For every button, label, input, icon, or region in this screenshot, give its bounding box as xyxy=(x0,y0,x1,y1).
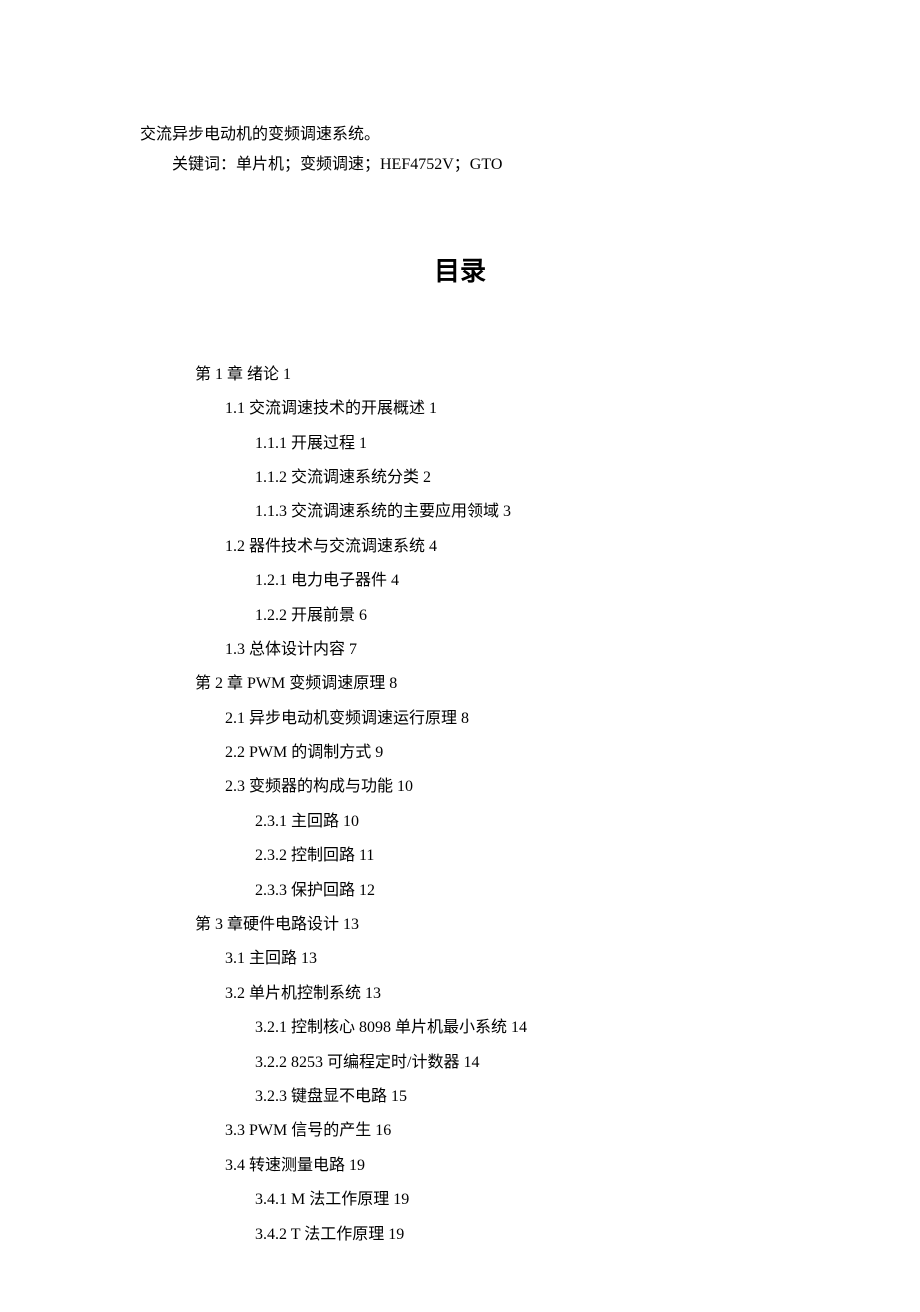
toc-entry: 1.3 总体设计内容 7 xyxy=(195,633,780,667)
toc-title: 目录 xyxy=(140,251,780,288)
toc-entry: 3.2 单片机控制系统 13 xyxy=(195,977,780,1011)
toc-entry: 2.3.2 控制回路 11 xyxy=(195,839,780,873)
toc-entry: 3.4.1 M 法工作原理 19 xyxy=(195,1183,780,1217)
toc-entry: 1.1.2 交流调速系统分类 2 xyxy=(195,461,780,495)
toc-entry: 2.3.1 主回路 10 xyxy=(195,805,780,839)
toc-entry: 3.3 PWM 信号的产生 16 xyxy=(195,1114,780,1148)
toc-entry: 1.2.1 电力电子器件 4 xyxy=(195,564,780,598)
toc-list: 第 1 章 绪论 11.1 交流调速技术的开展概述 11.1.1 开展过程 11… xyxy=(140,358,780,1252)
toc-entry: 3.2.3 键盘显不电路 15 xyxy=(195,1080,780,1114)
toc-entry: 3.4.2 T 法工作原理 19 xyxy=(195,1218,780,1252)
keywords-line: 关键词：单片机；变频调速；HEF4752V；GTO xyxy=(140,150,780,180)
toc-entry: 1.2 器件技术与交流调速系统 4 xyxy=(195,530,780,564)
toc-entry: 2.3.3 保护回路 12 xyxy=(195,874,780,908)
toc-entry: 3.2.2 8253 可编程定时/计数器 14 xyxy=(195,1046,780,1080)
toc-entry: 2.3 变频器的构成与功能 10 xyxy=(195,770,780,804)
toc-entry: 2.1 异步电动机变频调速运行原理 8 xyxy=(195,702,780,736)
toc-entry: 第 2 章 PWM 变频调速原理 8 xyxy=(195,667,780,701)
toc-entry: 1.1.1 开展过程 1 xyxy=(195,427,780,461)
toc-entry: 3.1 主回路 13 xyxy=(195,942,780,976)
toc-entry: 1.2.2 开展前景 6 xyxy=(195,599,780,633)
toc-entry: 3.2.1 控制核心 8098 单片机最小系统 14 xyxy=(195,1011,780,1045)
toc-entry: 第 1 章 绪论 1 xyxy=(195,358,780,392)
toc-entry: 3.4 转速测量电路 19 xyxy=(195,1149,780,1183)
toc-entry: 第 3 章硬件电路设计 13 xyxy=(195,908,780,942)
intro-text: 交流异步电动机的变频调速系统。 xyxy=(140,120,780,150)
toc-entry: 1.1 交流调速技术的开展概述 1 xyxy=(195,392,780,426)
toc-entry: 2.2 PWM 的调制方式 9 xyxy=(195,736,780,770)
toc-entry: 1.1.3 交流调速系统的主要应用领域 3 xyxy=(195,495,780,529)
